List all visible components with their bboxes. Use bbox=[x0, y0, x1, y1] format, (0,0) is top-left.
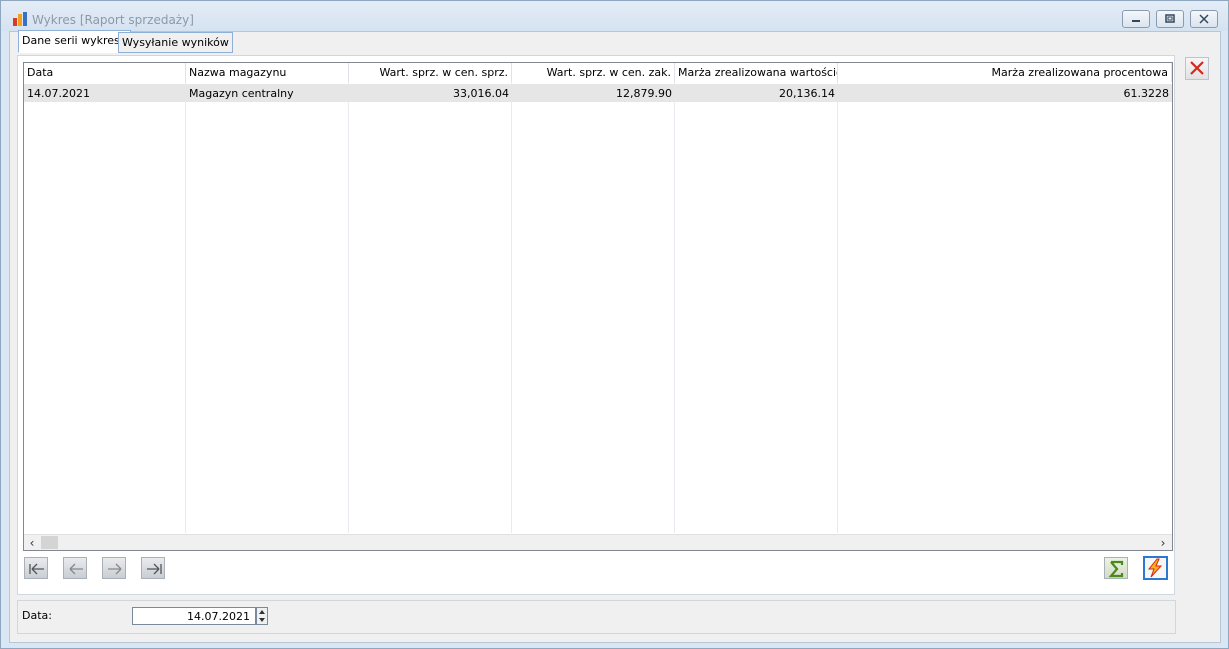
next-record-button[interactable] bbox=[102, 557, 126, 579]
column-divider bbox=[674, 63, 675, 533]
date-label: Data: bbox=[22, 609, 52, 622]
column-header-nazwa-magazynu[interactable]: Nazwa magazynu bbox=[186, 63, 349, 82]
previous-record-icon bbox=[69, 563, 83, 575]
tab-wysylanie-wynikow[interactable]: Wysyłanie wyników bbox=[118, 32, 233, 53]
cell-data[interactable]: 14.07.2021 bbox=[24, 84, 186, 103]
column-header-wart-sprz-cen-zak[interactable]: Wart. sprz. w cen. zak. bbox=[512, 63, 675, 82]
cell-nazwa-magazynu[interactable]: Magazyn centralny bbox=[186, 84, 349, 103]
close-window-icon bbox=[1199, 14, 1209, 24]
column-header-data[interactable]: Data bbox=[24, 63, 186, 82]
previous-record-button[interactable] bbox=[63, 557, 87, 579]
scroll-left-icon[interactable]: ‹ bbox=[24, 536, 40, 550]
next-record-icon bbox=[108, 563, 122, 575]
column-header-marza-procentowa[interactable]: Marża zrealizowana procentowa bbox=[838, 63, 1172, 82]
cell-wart-sprz-cen-zak[interactable]: 12,879.90 bbox=[512, 84, 675, 103]
title-bar[interactable]: Wykres [Raport sprzedaży] bbox=[1, 1, 1228, 31]
horizontal-scrollbar[interactable]: ‹ › bbox=[24, 534, 1172, 550]
first-record-icon bbox=[29, 563, 44, 575]
first-record-button[interactable] bbox=[24, 557, 48, 579]
date-spinner[interactable] bbox=[256, 607, 268, 625]
window-close-button[interactable] bbox=[1190, 10, 1218, 28]
minimize-icon bbox=[1132, 20, 1140, 22]
bar-chart-icon bbox=[13, 12, 27, 26]
restore-button[interactable] bbox=[1156, 10, 1184, 28]
scroll-thumb[interactable] bbox=[41, 536, 58, 549]
window-edge bbox=[1, 31, 4, 643]
scroll-right-icon[interactable]: › bbox=[1155, 536, 1171, 550]
column-divider bbox=[511, 63, 512, 533]
column-header-marza-wartosciowa[interactable]: Marża zrealizowana wartościowa bbox=[675, 63, 838, 82]
sigma-icon bbox=[1108, 560, 1124, 578]
app-window: Wykres [Raport sprzedaży] Dane serii wyk… bbox=[0, 0, 1229, 649]
close-icon bbox=[1190, 61, 1204, 75]
refresh-chart-button[interactable] bbox=[1143, 556, 1168, 580]
cell-wart-sprz-cen-sprz[interactable]: 33,016.04 bbox=[349, 84, 512, 103]
data-grid[interactable]: Data Nazwa magazynu Wart. sprz. w cen. s… bbox=[23, 62, 1173, 551]
minimize-button[interactable] bbox=[1122, 10, 1150, 28]
sum-button[interactable] bbox=[1104, 557, 1128, 579]
restore-icon bbox=[1165, 14, 1175, 23]
cell-marza-procentowa[interactable]: 61.3228 bbox=[838, 84, 1172, 103]
filter-panel: Data: 14.07.2021 bbox=[17, 600, 1176, 634]
date-field[interactable]: 14.07.2021 bbox=[132, 607, 256, 625]
close-button[interactable] bbox=[1185, 57, 1209, 80]
tab-panel: Data Nazwa magazynu Wart. sprz. w cen. s… bbox=[17, 55, 1175, 595]
tab-dane-serii-wykresu[interactable]: Dane serii wykresu bbox=[18, 30, 131, 53]
spinner-arrows-icon bbox=[259, 610, 265, 622]
cell-marza-wartosciowa[interactable]: 20,136.14 bbox=[675, 84, 838, 103]
column-divider bbox=[348, 63, 349, 533]
client-area: Dane serii wykresu Wysyłanie wyników Dat… bbox=[9, 30, 1221, 643]
last-record-button[interactable] bbox=[141, 557, 165, 579]
column-header-wart-sprz-cen-sprz[interactable]: Wart. sprz. w cen. sprz. bbox=[349, 63, 512, 82]
column-divider bbox=[185, 63, 186, 533]
column-divider bbox=[837, 63, 838, 533]
lightning-icon bbox=[1147, 558, 1163, 578]
window-title: Wykres [Raport sprzedaży] bbox=[32, 13, 194, 27]
last-record-icon bbox=[147, 563, 162, 575]
